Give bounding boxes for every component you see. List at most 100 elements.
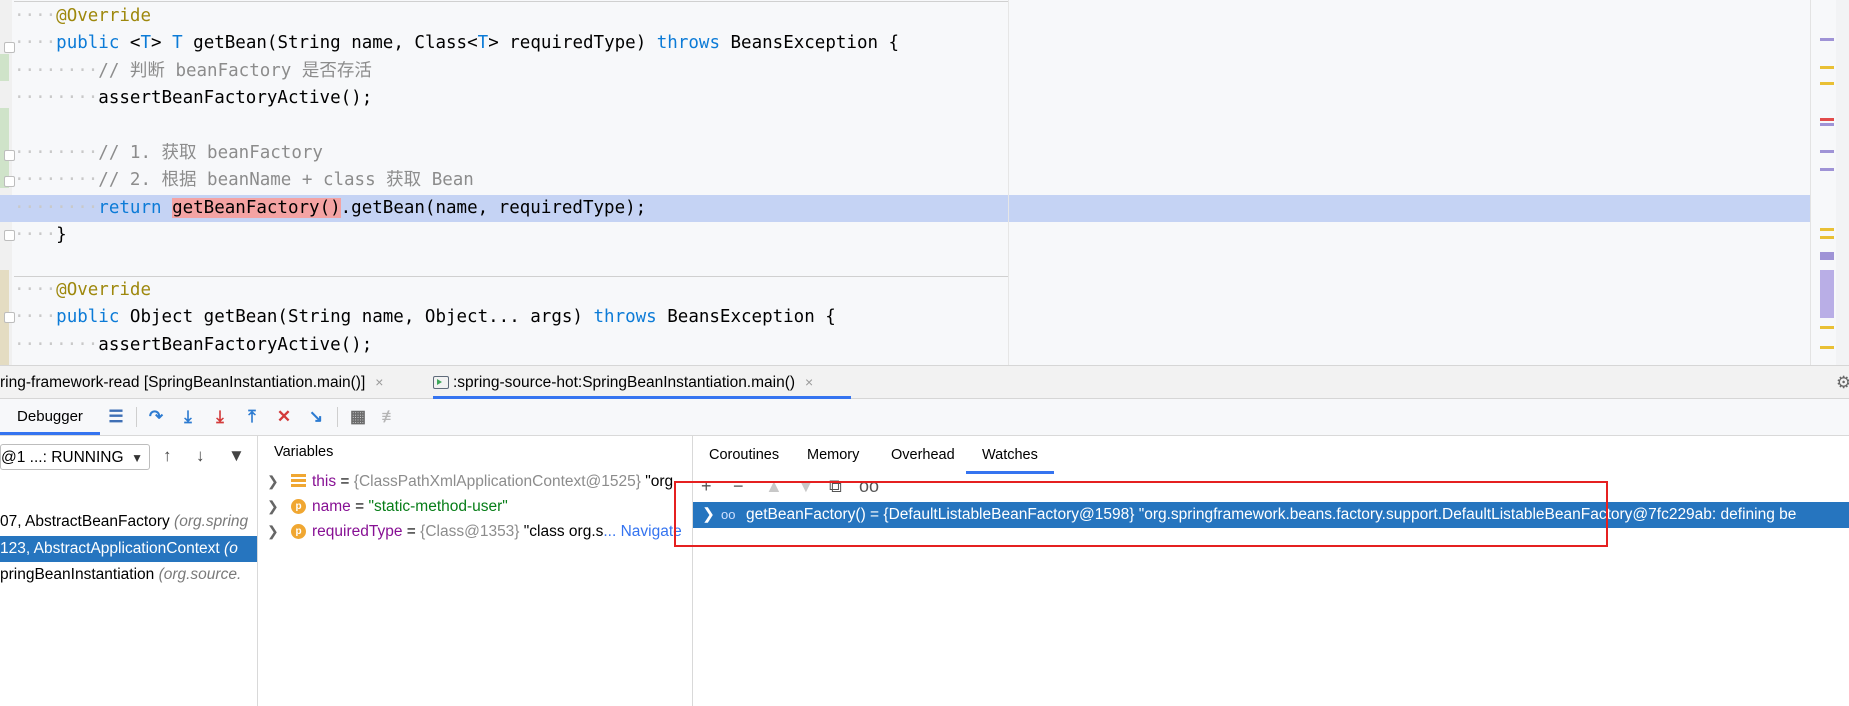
code-token: public: [56, 33, 120, 54]
run-to-cursor-icon[interactable]: ↘: [304, 405, 328, 429]
indent-guide: ········: [14, 170, 99, 191]
stack-frame[interactable]: 123, AbstractApplicationContext (o: [0, 536, 257, 562]
annotation-highlight-box: [674, 481, 1608, 547]
variable-equals: =: [402, 523, 421, 540]
code-line[interactable]: ········// 判断 beanFactory 是否存活: [0, 58, 1849, 85]
run-tabs-bar: ring-framework-read [SpringBeanInstantia…: [0, 365, 1849, 399]
code-token: public: [56, 307, 120, 328]
variables-title: Variables: [274, 444, 334, 460]
code-token: .getBean(name, requiredType);: [340, 197, 647, 218]
editor-scrollbar-markers[interactable]: [1810, 0, 1837, 365]
force-step-into-icon[interactable]: ⤓: [208, 405, 232, 429]
drop-frame-icon[interactable]: ✕: [272, 405, 296, 429]
variable-row-name[interactable]: ❯ p name = "static-method-user": [258, 494, 692, 519]
code-token: return: [98, 197, 162, 218]
close-icon[interactable]: ×: [375, 374, 383, 390]
tab-coroutines[interactable]: Coroutines: [709, 436, 779, 474]
run-tab-label: :spring-source-hot:SpringBeanInstantiati…: [453, 374, 796, 391]
method-separator: [14, 276, 1009, 277]
navigate-link[interactable]: ... Navigate: [603, 523, 681, 540]
indent-guide: ····: [14, 307, 57, 328]
evaluate-expression-icon[interactable]: ▦: [346, 405, 370, 429]
run-tab-spring-source-hot[interactable]: :spring-source-hot:SpringBeanInstantiati…: [433, 366, 851, 399]
trace-current-stream-icon[interactable]: ≢: [378, 405, 402, 429]
right-margin-guide: [1008, 0, 1009, 365]
stack-frame[interactable]: pringBeanInstantiation (org.source.: [0, 562, 257, 588]
code-line[interactable]: ····}: [0, 222, 1849, 249]
code-line[interactable]: ········return getBeanFactory().getBean(…: [0, 194, 1849, 222]
method-separator: [14, 1, 1009, 2]
parameter-icon: p: [291, 499, 306, 514]
code-token: }: [56, 225, 67, 246]
tab-memory[interactable]: Memory: [807, 436, 859, 474]
filter-icon[interactable]: ▼: [228, 446, 245, 466]
code-token: Object getBean(String name, Object... ar…: [119, 307, 594, 328]
layout-menu-icon[interactable]: ☰: [104, 405, 128, 429]
frames-panel: @1 ...: RUNNING ▼ ↑ ↓ ▼ 07, AbstractBean…: [0, 436, 258, 706]
chevron-down-icon: ▼: [131, 451, 143, 465]
code-line[interactable]: ····@Override: [0, 277, 1849, 304]
field-icon: [291, 474, 306, 489]
stack-frame[interactable]: 07, AbstractBeanFactory (org.spring: [0, 509, 257, 535]
code-line[interactable]: [0, 113, 1849, 140]
frame-label: 123, AbstractApplicationContext: [0, 540, 225, 557]
code-editor[interactable]: ····@Override ····public <T> T getBean(St…: [0, 0, 1849, 365]
code-token: getBeanFactory(): [172, 197, 341, 218]
code-line[interactable]: ····@Override: [0, 3, 1849, 30]
indent-guide: ····: [14, 33, 57, 54]
parameter-icon: p: [291, 524, 306, 539]
close-icon[interactable]: ×: [805, 374, 813, 390]
code-line[interactable]: ····public <T> T getBean(String name, Cl…: [0, 30, 1849, 57]
debugger-toolbar: Debugger ☰ ↷ ⤓ ⤓ ⤒ ✕ ↘ ▦ ≢: [0, 399, 1849, 436]
code-token: BeansException {: [719, 33, 900, 54]
indent-guide: ····: [14, 225, 57, 246]
thread-selector[interactable]: @1 ...: RUNNING ▼: [0, 444, 150, 470]
chevron-right-icon[interactable]: ❯: [267, 519, 279, 544]
run-tab-framework-read[interactable]: ring-framework-read [SpringBeanInstantia…: [0, 366, 383, 399]
indent-guide: ········: [14, 197, 99, 218]
code-token: // 判断 beanFactory 是否存活: [98, 60, 372, 81]
minimap[interactable]: [1836, 0, 1849, 365]
variable-equals: =: [350, 498, 369, 515]
frame-label: pringBeanInstantiation: [0, 566, 159, 583]
code-token: assertBeanFactoryActive();: [98, 334, 373, 355]
chevron-right-icon[interactable]: ❯: [267, 469, 279, 494]
run-tab-label: ring-framework-read [SpringBeanInstantia…: [0, 374, 366, 391]
tab-overhead[interactable]: Overhead: [891, 436, 955, 474]
arrow-down-icon[interactable]: ↓: [196, 446, 205, 466]
code-line[interactable]: [0, 250, 1849, 277]
toolbar-separator: [337, 407, 338, 427]
step-into-icon[interactable]: ⤓: [176, 405, 200, 429]
thread-selector-value: @1 ...: RUNNING: [1, 449, 124, 466]
code-line[interactable]: ········assertBeanFactoryActive();: [0, 332, 1849, 359]
indent-guide: ········: [14, 334, 99, 355]
code-token: assertBeanFactoryActive();: [98, 88, 373, 109]
variable-equals: =: [336, 473, 354, 490]
toolbar-separator: [136, 407, 137, 427]
chevron-right-icon[interactable]: ❯: [267, 494, 279, 519]
variable-name: this: [312, 473, 337, 490]
indent-guide: ········: [14, 88, 99, 109]
code-token: <: [119, 33, 141, 54]
code-line[interactable]: ········// 1. 获取 beanFactory: [0, 140, 1849, 167]
step-out-icon[interactable]: ⤒: [240, 405, 264, 429]
indent-guide: ····: [14, 6, 57, 26]
variable-row-this[interactable]: ❯ this = {ClassPathXmlApplicationContext…: [258, 469, 692, 494]
code-line[interactable]: ····public Object getBean(String name, O…: [0, 304, 1849, 331]
code-token: throws: [593, 307, 657, 328]
code-lines[interactable]: ····@Override ····public <T> T getBean(St…: [0, 0, 1849, 365]
arrow-up-icon[interactable]: ↑: [163, 446, 172, 466]
tab-watches[interactable]: Watches: [966, 436, 1054, 474]
code-line[interactable]: ········assertBeanFactoryActive();: [0, 85, 1849, 112]
variable-value: "class org.s: [519, 523, 604, 540]
code-token: T: [140, 33, 151, 54]
code-token: // 2. 根据 beanName + class 获取 Bean: [98, 170, 474, 191]
step-over-icon[interactable]: ↷: [144, 405, 168, 429]
code-token: @Override: [56, 6, 151, 26]
variable-row-requiredtype[interactable]: ❯ p requiredType = {Class@1353} "class o…: [258, 519, 692, 544]
indent-guide: ········: [14, 143, 99, 163]
code-line[interactable]: ········// 2. 根据 beanName + class 获取 Bea…: [0, 167, 1849, 194]
gear-icon[interactable]: ⚙: [1836, 373, 1849, 393]
tab-debugger[interactable]: Debugger: [0, 399, 100, 435]
